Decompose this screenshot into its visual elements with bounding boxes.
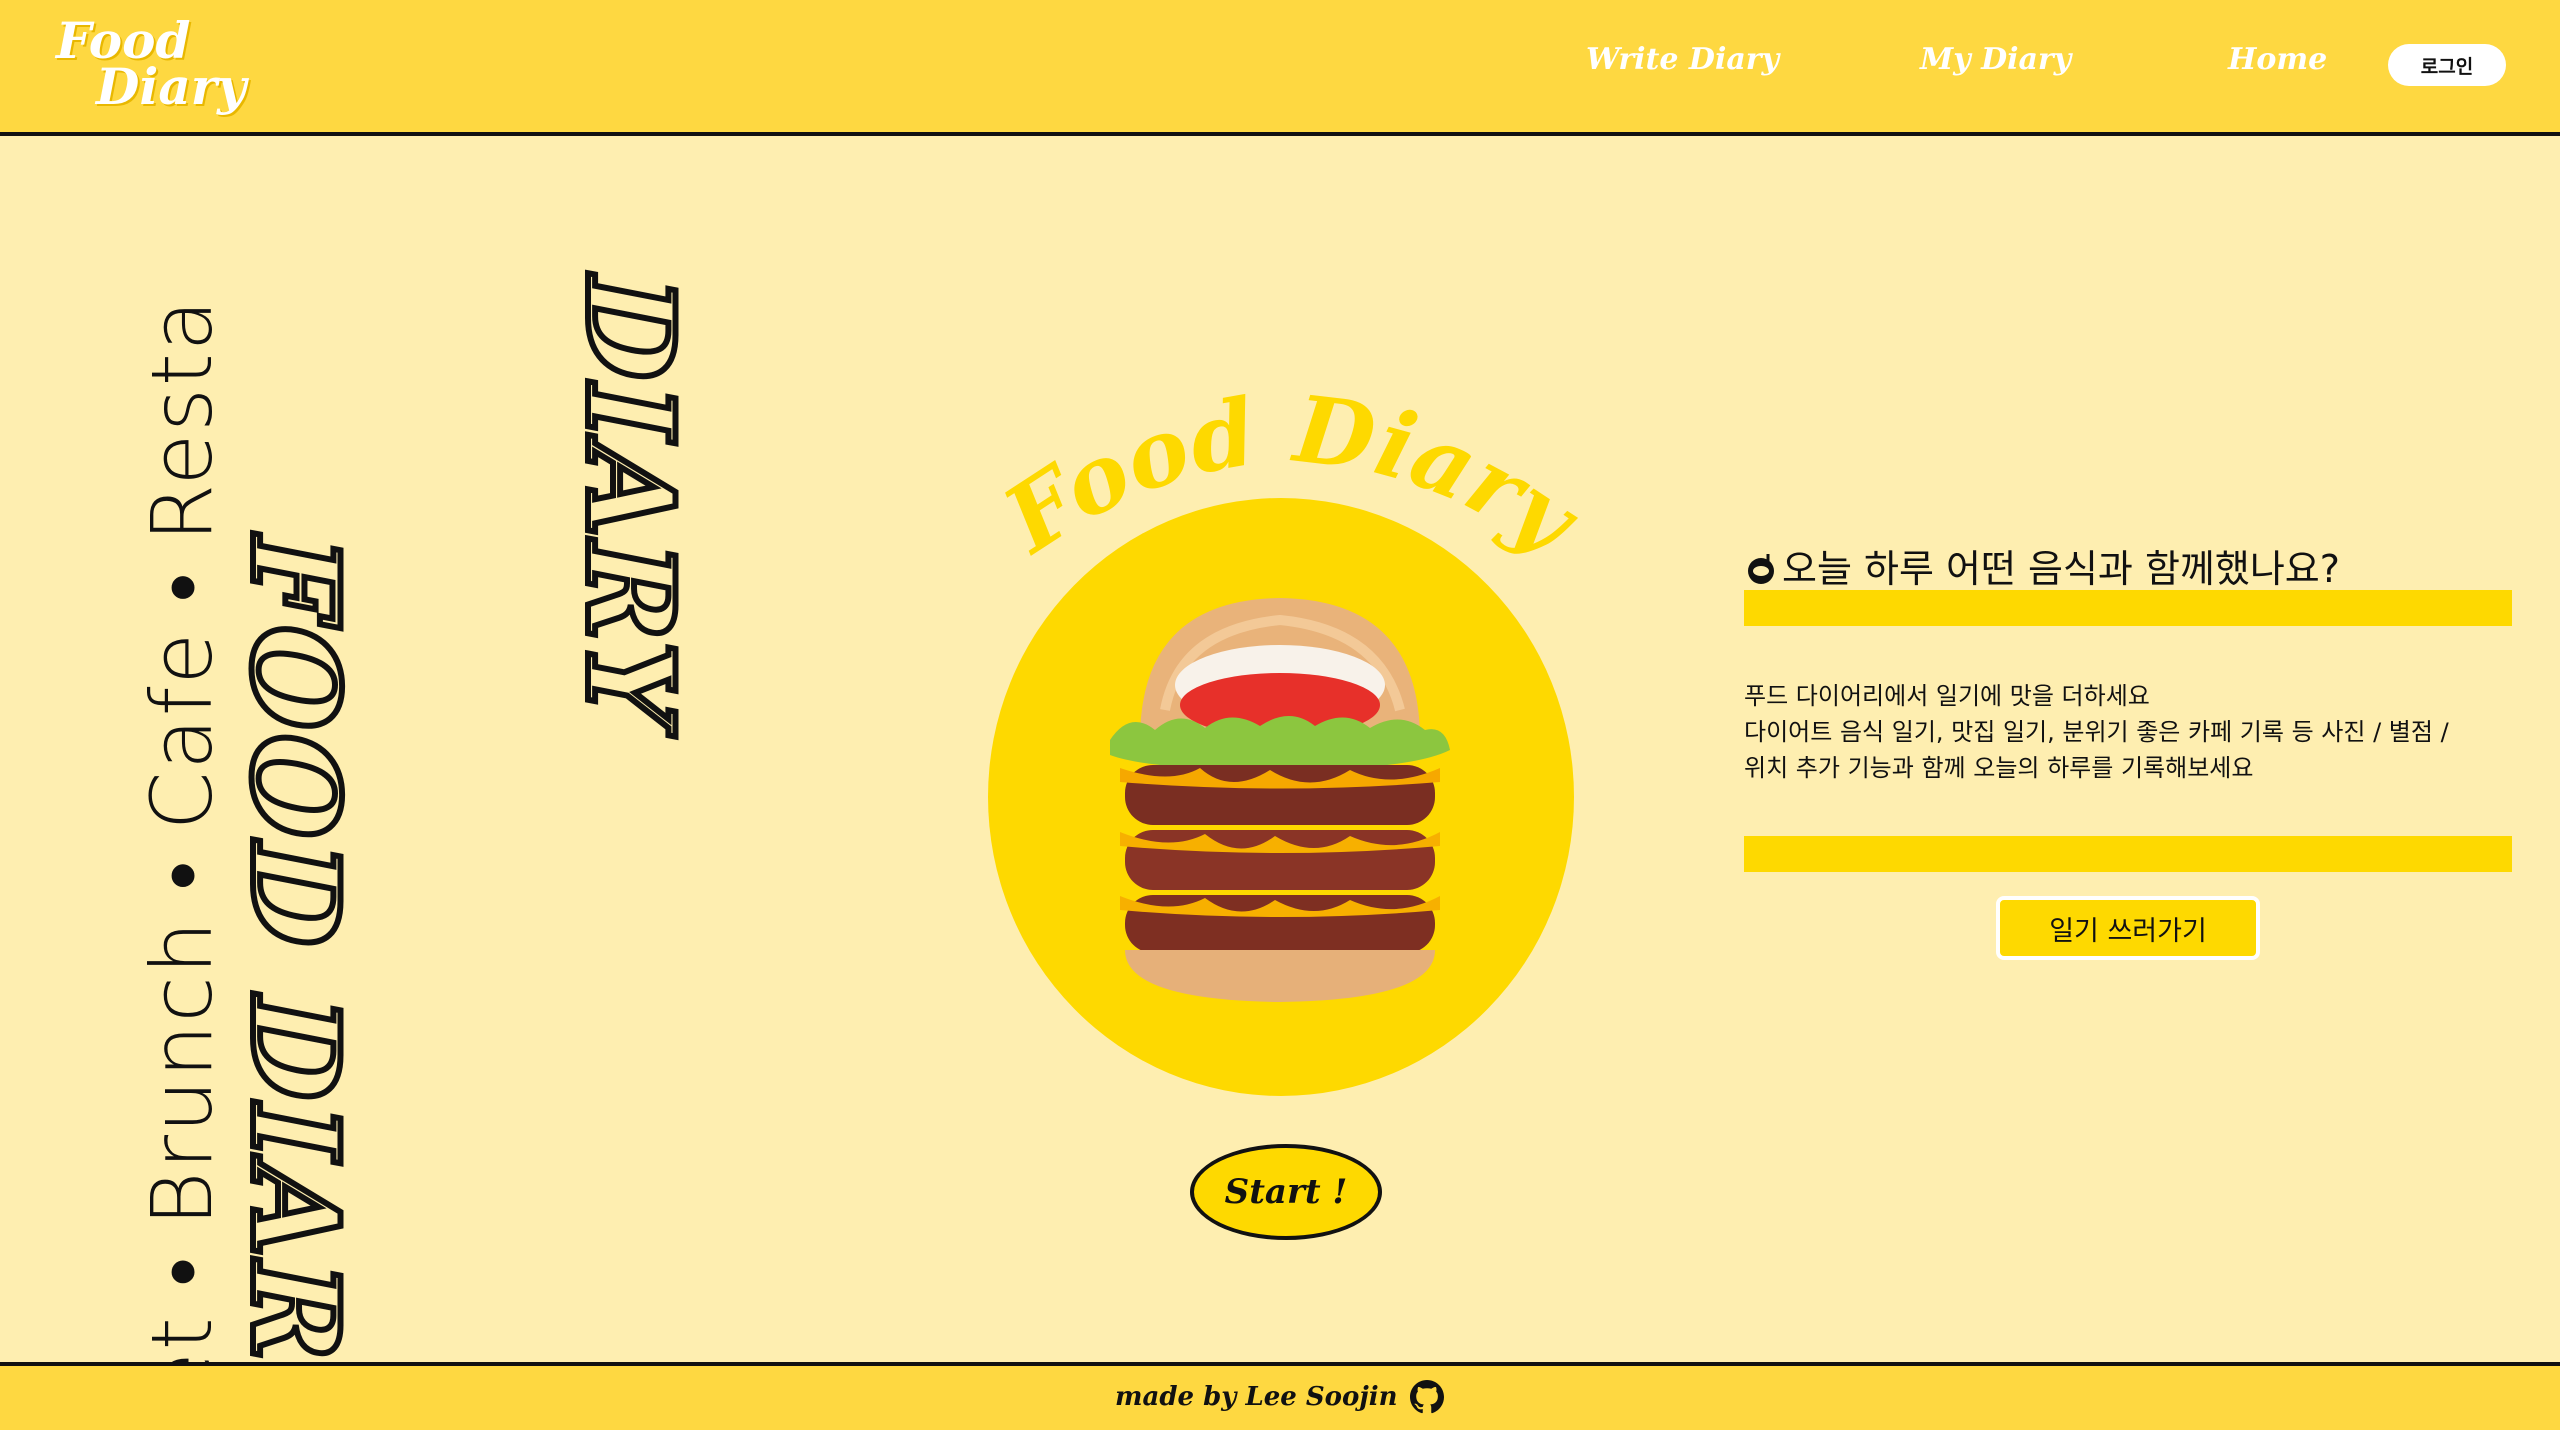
header-bar: Food Diary Write Diary My Diary Home 로그인 xyxy=(0,0,2560,136)
desc-line-2: 다이어트 음식 일기, 맛집 일기, 분위기 좋은 카페 기록 등 사진 / 별… xyxy=(1744,718,2449,746)
burger-image xyxy=(1110,598,1450,1002)
logo-line2: Diary xyxy=(96,57,247,116)
start-button[interactable]: Start ! xyxy=(1190,1144,1382,1240)
question-text: 오늘 하루 어떤 음식과 함께했나요? xyxy=(1782,547,2340,591)
left-decoration: Diet • Brunch • Cafe • Resta FOOD DIARY … xyxy=(0,136,760,1362)
nav-my-diary[interactable]: My Diary xyxy=(1920,42,2071,77)
footer-bar: made by Lee Soojin xyxy=(0,1362,2560,1430)
nav-write-diary[interactable]: Write Diary xyxy=(1586,42,1779,77)
desc-line-3: 위치 추가 기능과 함께 오늘의 하루를 기록해보세요 xyxy=(1744,754,2254,782)
diary-vertical-text: DIARY xyxy=(556,273,703,734)
food-diary-logo[interactable]: Food Diary xyxy=(50,10,246,128)
highlight-bar-top xyxy=(1744,590,2512,626)
category-vertical-text: Diet • Brunch • Cafe • Resta xyxy=(133,297,231,1362)
desc-line-1: 푸드 다이어리에서 일기에 맛을 더하세요 xyxy=(1744,682,2150,710)
plate-icon xyxy=(1748,554,1774,584)
nav-home[interactable]: Home xyxy=(2228,42,2327,77)
write-diary-button[interactable]: 일기 쓰러가기 xyxy=(1996,896,2260,960)
food-diary-vertical-text: FOOD DIARY xyxy=(221,533,368,1362)
description: 푸드 다이어리에서 일기에 맛을 더하세요 다이어트 음식 일기, 맛집 일기,… xyxy=(1744,678,2514,786)
highlight-bar-bottom xyxy=(1744,836,2512,872)
question-heading: 오늘 하루 어떤 음식과 함께했나요? xyxy=(1744,538,2340,593)
github-icon[interactable] xyxy=(1410,1380,1444,1414)
login-button[interactable]: 로그인 xyxy=(2388,44,2506,86)
footer-credit: made by Lee Soojin xyxy=(1115,1382,1398,1412)
